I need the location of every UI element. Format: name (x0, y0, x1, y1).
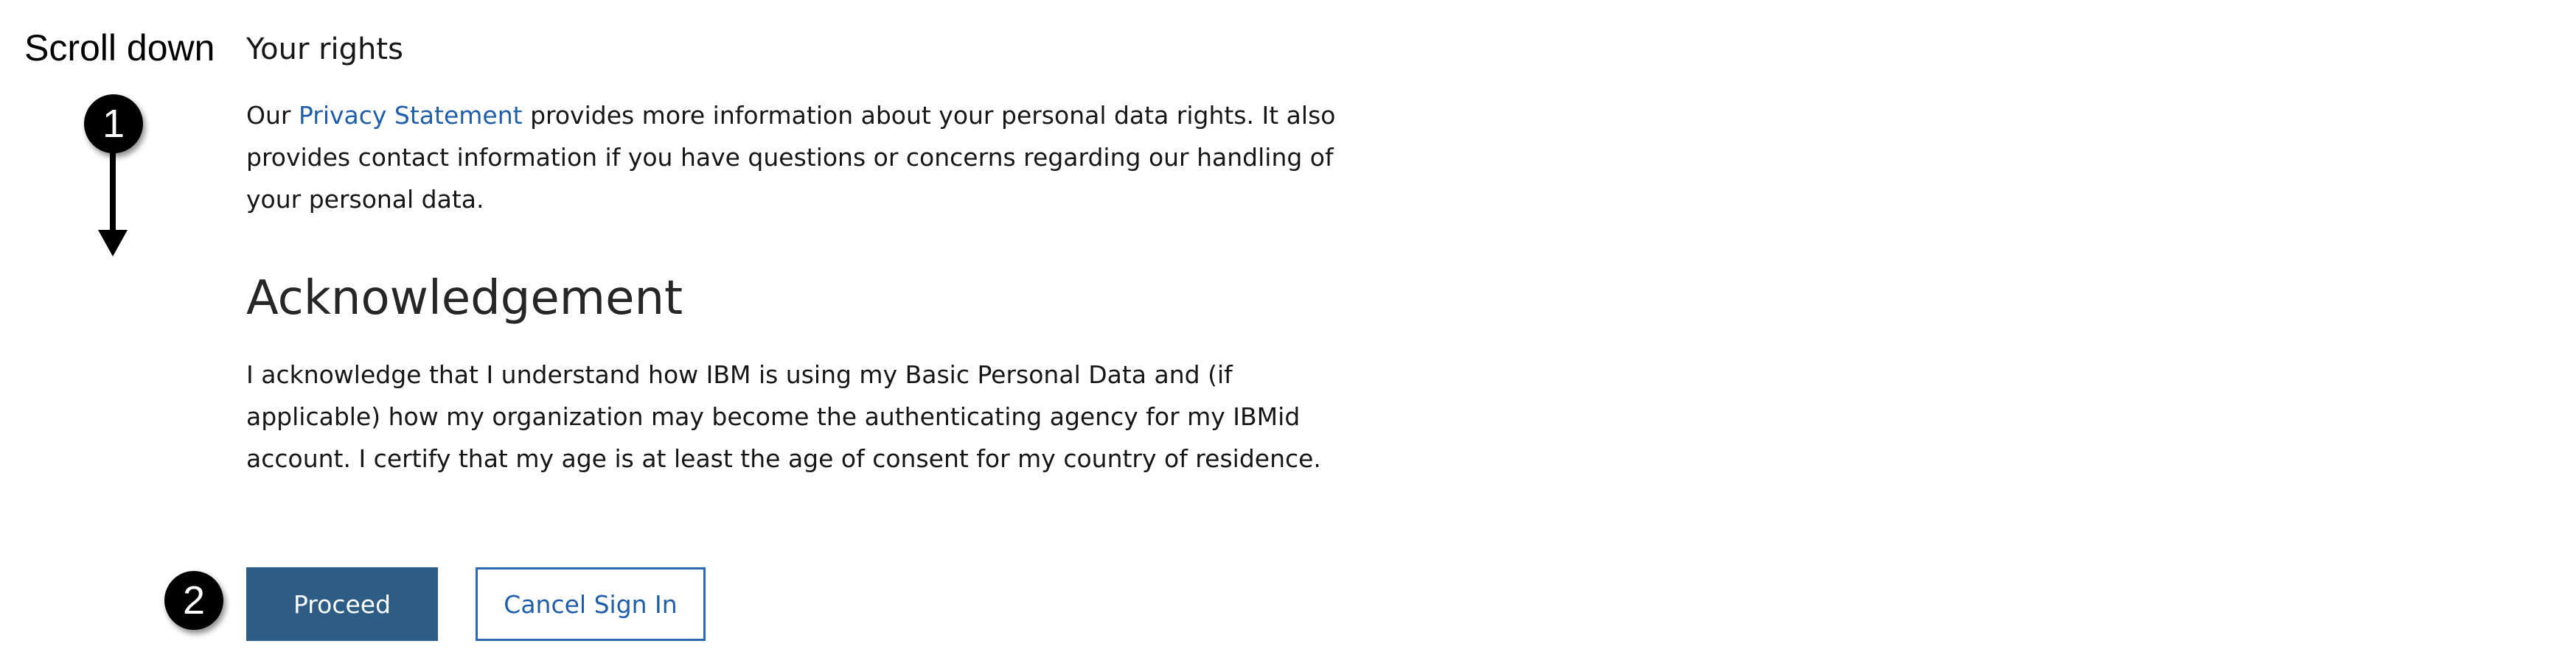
arrow-down-icon (98, 147, 128, 256)
your-rights-paragraph: Our Privacy Statement provides more info… (246, 94, 1352, 220)
cancel-sign-in-button[interactable]: Cancel Sign In (476, 567, 706, 641)
proceed-button[interactable]: Proceed (246, 567, 438, 641)
scroll-down-label: Scroll down (24, 27, 215, 69)
acknowledgement-heading: Acknowledgement (246, 271, 683, 326)
rights-text-before-link: Our (246, 101, 299, 130)
step-1-badge: 1 (84, 94, 143, 153)
your-rights-title: Your rights (246, 32, 403, 66)
privacy-statement-link[interactable]: Privacy Statement (299, 101, 523, 130)
acknowledgement-paragraph: I acknowledge that I understand how IBM … (246, 360, 1321, 473)
step-2-badge: 2 (164, 571, 223, 630)
